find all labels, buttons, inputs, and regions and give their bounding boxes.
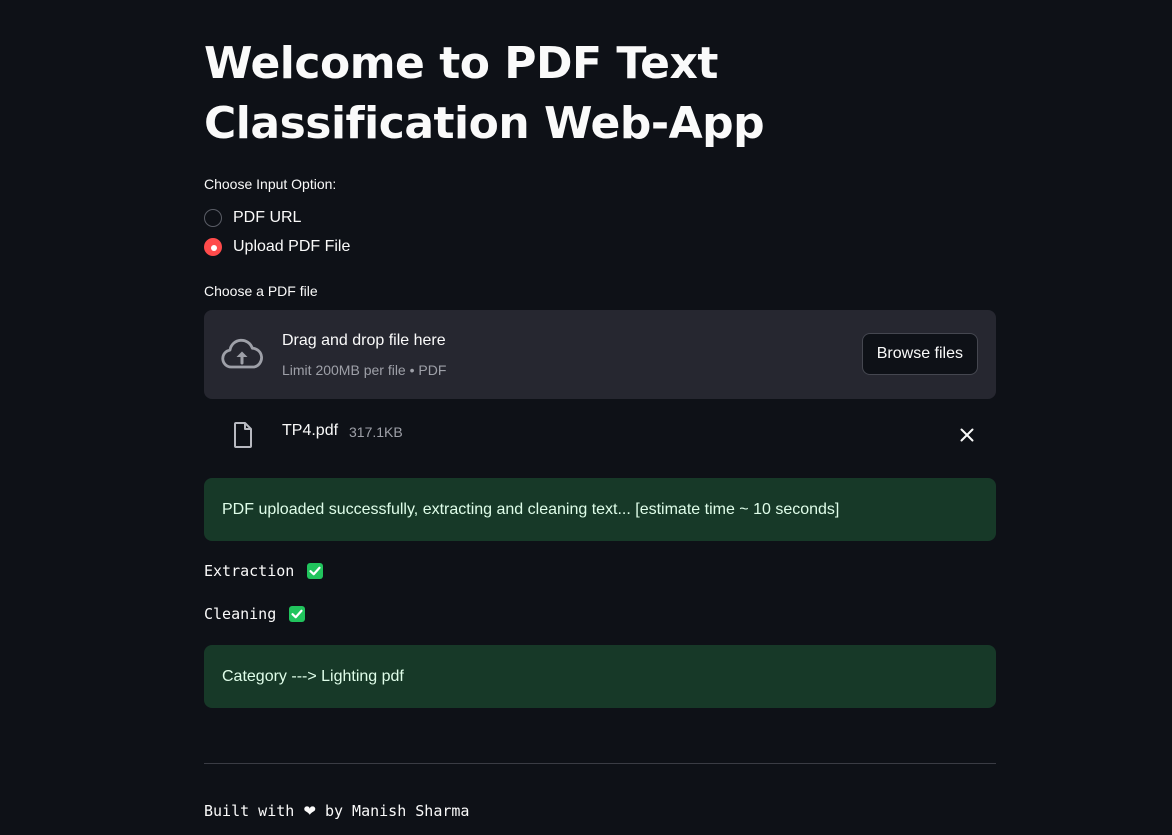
dropzone-limit: Limit 200MB per file • PDF (282, 362, 447, 378)
input-option-label: Choose Input Option: (204, 176, 337, 192)
check-mark-icon (307, 563, 324, 579)
file-dropzone[interactable]: Drag and drop file here Limit 200MB per … (204, 310, 996, 399)
upload-success-alert: PDF uploaded successfully, extracting an… (204, 478, 996, 541)
radio-label: PDF URL (233, 209, 302, 226)
file-icon (234, 422, 252, 448)
close-icon[interactable] (954, 422, 980, 448)
radio-button-unchecked[interactable] (204, 209, 222, 227)
page-title: Welcome to PDF Text Classification Web-A… (204, 38, 765, 149)
browse-files-button[interactable]: Browse files (861, 333, 978, 375)
file-size: 317.1KB (349, 424, 403, 440)
cleaning-status: Cleaning (204, 605, 306, 623)
heart-icon: ❤ (303, 802, 316, 820)
radio-option-pdf-url[interactable]: PDF URL (204, 206, 301, 230)
footer-credit: Built with ❤ by Manish Sharma (204, 802, 469, 820)
radio-label: Upload PDF File (233, 238, 351, 255)
extraction-status: Extraction (204, 562, 324, 580)
footer-prefix: Built with (204, 802, 295, 820)
step-label: Extraction (204, 562, 295, 580)
file-uploader-label: Choose a PDF file (204, 283, 318, 299)
dropzone-title: Drag and drop file here (282, 332, 446, 349)
check-mark-icon (289, 606, 306, 622)
file-name: TP4.pdf (282, 422, 339, 439)
radio-button-checked[interactable] (204, 238, 222, 256)
radio-option-upload-pdf[interactable]: Upload PDF File (204, 235, 350, 259)
divider (204, 763, 996, 764)
footer-author: by Manish Sharma (324, 802, 470, 820)
step-label: Cleaning (204, 605, 277, 623)
uploaded-file-row: TP4.pdf 317.1KB (204, 410, 996, 456)
category-result-alert: Category ---> Lighting pdf (204, 645, 996, 708)
cloud-upload-icon (221, 338, 263, 369)
